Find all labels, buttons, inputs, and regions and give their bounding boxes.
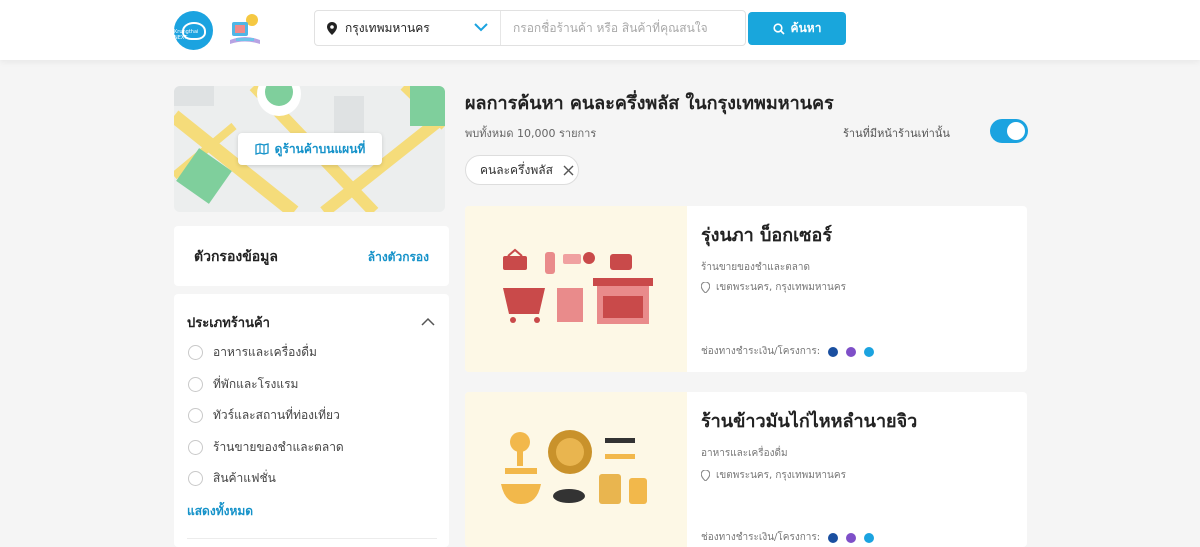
address-text: เขตพระนคร, กรุงเทพมหานคร — [716, 282, 846, 293]
category-option[interactable]: ร้านขายของชำและตลาด — [188, 437, 344, 457]
divider — [187, 538, 437, 539]
view-map-label: ดูร้านค้าบนแผนที่ — [274, 141, 366, 156]
chip-label: คนละครึ่งพลัส — [480, 162, 553, 177]
shop-card[interactable]: รุ่งนภา บ็อกเซอร์ ร้านขายของชำและตลาด เข… — [465, 206, 1027, 372]
search-bar: กรุงเทพมหานคร — [314, 10, 746, 46]
top-header: Krungthai NEXT กรุงเทพมหานคร ค้นหา — [0, 0, 1200, 60]
radio-button[interactable] — [188, 407, 203, 423]
filter-header: ตัวกรองข้อมูล ล้างตัวกรอง — [174, 226, 449, 286]
location-select[interactable]: กรุงเทพมหานคร — [315, 11, 501, 45]
payment-icon — [846, 346, 857, 357]
payment-icon — [828, 532, 839, 543]
campaign-logo[interactable] — [226, 12, 264, 48]
results-title: ผลการค้นหา คนละครึ่งพลัส ในกรุงเทพมหานคร — [465, 93, 834, 114]
bank-logo[interactable]: Krungthai NEXT — [174, 11, 213, 50]
clear-filter-link[interactable]: ล้างตัวกรอง — [368, 248, 429, 267]
search-button[interactable]: ค้นหา — [748, 12, 846, 45]
option-label: ทัวร์และสถานที่ท่องเที่ยว — [213, 407, 340, 422]
pin-icon — [701, 282, 710, 293]
payment-icon — [864, 346, 875, 357]
category-option[interactable]: สินค้าแฟชั่น — [188, 468, 276, 488]
payment-channels: ช่องทางชำระเงิน/โครงการ: — [701, 344, 875, 359]
storefront-toggle[interactable] — [990, 119, 1028, 143]
radio-button[interactable] — [188, 376, 203, 392]
category-option[interactable]: อาหารและเครื่องดื่ม — [188, 342, 317, 362]
storefront-toggle-label: ร้านที่มีหน้าร้านเท่านั้น — [843, 127, 950, 140]
category-option[interactable]: ที่พักและโรงแรม — [188, 374, 298, 394]
option-label: อาหารและเครื่องดื่ม — [213, 344, 317, 359]
shop-card[interactable]: ร้านข้าวมันไก่ไหหลำนายจิว อาหารและเครื่อ… — [465, 392, 1027, 547]
category-title: ประเภทร้านค้า — [187, 316, 270, 331]
search-input[interactable] — [503, 11, 743, 45]
chevron-up-icon[interactable] — [421, 317, 435, 326]
search-icon — [772, 22, 785, 35]
map-icon — [255, 143, 269, 155]
logo-caption: Krungthai NEXT — [174, 29, 199, 41]
active-filter-chip: คนละครึ่งพลัส — [465, 155, 579, 185]
location-value: กรุงเทพมหานคร — [345, 20, 430, 35]
view-map-button[interactable]: ดูร้านค้าบนแผนที่ — [238, 133, 382, 165]
shop-category: ร้านขายของชำและตลาด — [701, 262, 810, 273]
chevron-down-icon[interactable] — [474, 22, 488, 32]
close-icon[interactable] — [563, 165, 574, 176]
shop-name[interactable]: รุ่งนภา บ็อกเซอร์ — [701, 220, 832, 249]
pin-icon — [701, 470, 710, 481]
radio-button[interactable] — [188, 344, 203, 360]
option-label: ที่พักและโรงแรม — [213, 376, 299, 391]
shop-address: เขตพระนคร, กรุงเทพมหานคร — [701, 468, 846, 483]
pin-icon — [327, 21, 337, 35]
radio-button[interactable] — [188, 470, 203, 486]
show-all-link[interactable]: แสดงทั้งหมด — [187, 502, 253, 521]
toggle-knob — [1007, 122, 1025, 140]
address-text: เขตพระนคร, กรุงเทพมหานคร — [716, 470, 846, 481]
option-label: ร้านขายของชำและตลาด — [213, 439, 344, 454]
option-label: สินค้าแฟชั่น — [213, 470, 276, 485]
radio-button[interactable] — [188, 439, 203, 455]
category-option[interactable]: ทัวร์และสถานที่ท่องเที่ยว — [188, 405, 340, 425]
payment-icon — [828, 346, 839, 357]
payment-icon — [846, 532, 857, 543]
shop-name[interactable]: ร้านข้าวมันไก่ไหหลำนายจิว — [701, 406, 917, 435]
payment-label: ช่องทางชำระเงิน/โครงการ: — [701, 532, 821, 543]
payment-channels: ช่องทางชำระเงิน/โครงการ: — [701, 530, 875, 545]
grocery-illustration — [465, 206, 687, 372]
payment-icon — [864, 532, 875, 543]
food-illustration — [465, 392, 687, 547]
search-button-label: ค้นหา — [790, 21, 822, 35]
shop-address: เขตพระนคร, กรุงเทพมหานคร — [701, 280, 846, 295]
filter-title: ตัวกรองข้อมูล — [194, 249, 278, 265]
results-count: พบทั้งหมด 10,000 รายการ — [465, 127, 597, 140]
category-filter-panel: ประเภทร้านค้า อาหารและเครื่องดื่ม ที่พัก… — [174, 294, 449, 547]
payment-label: ช่องทางชำระเงิน/โครงการ: — [701, 346, 821, 357]
shop-category: อาหารและเครื่องดื่ม — [701, 448, 788, 459]
